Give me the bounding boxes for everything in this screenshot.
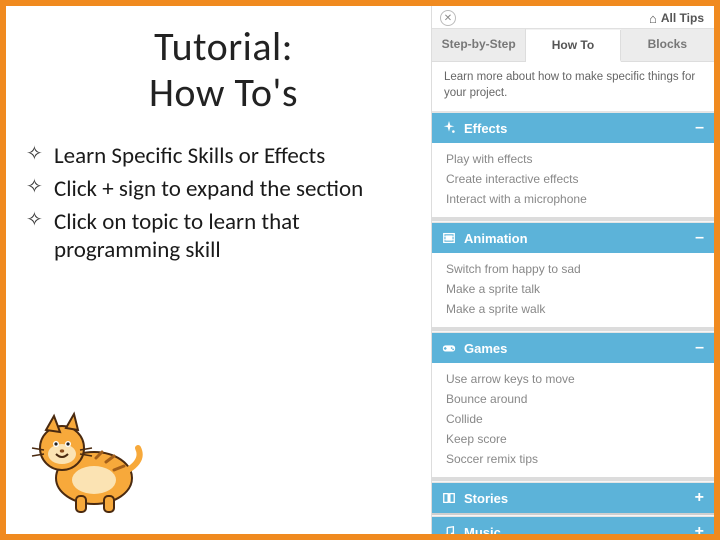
topic-link[interactable]: Collide — [432, 409, 714, 429]
topic-link[interactable]: Interact with a microphone — [432, 189, 714, 209]
sparkle-icon — [442, 121, 456, 135]
expand-icon[interactable]: + — [695, 523, 704, 534]
title-line-2: How To's — [149, 68, 298, 117]
all-tips-link[interactable]: ⌂ All Tips — [649, 11, 704, 26]
topic-link[interactable]: Switch from happy to sad — [432, 259, 714, 279]
bullet-text: Learn Specific Skills or Effects — [54, 142, 325, 170]
slide-frame: Tutorial: How To's Learn Specific Skills… — [0, 0, 720, 540]
book-icon — [442, 491, 456, 505]
section-title: Music — [464, 525, 501, 534]
collapse-icon[interactable]: – — [695, 339, 704, 357]
bullet-list: Learn Specific Skills or Effects Click +… — [26, 142, 421, 269]
title-line-1: Tutorial: — [154, 22, 293, 71]
bullet-item: Click + sign to expand the section — [26, 175, 421, 204]
gamepad-icon — [442, 341, 456, 355]
section-header-effects[interactable]: Effects – — [432, 112, 714, 143]
topic-link[interactable]: Keep score — [432, 429, 714, 449]
section-header-animation[interactable]: Animation – — [432, 222, 714, 253]
topic-link[interactable]: Make a sprite talk — [432, 279, 714, 299]
section-body: Use arrow keys to move Bounce around Col… — [432, 363, 714, 481]
section-title: Effects — [464, 121, 507, 136]
tips-panel: ✕ ⌂ All Tips Step-by-Step How To Blocks … — [431, 6, 714, 534]
scratch-cat-icon — [26, 408, 146, 518]
section-header-games[interactable]: Games – — [432, 332, 714, 363]
expand-icon[interactable]: + — [695, 489, 704, 507]
close-icon[interactable]: ✕ — [440, 10, 456, 26]
section-body: Play with effects Create interactive eff… — [432, 143, 714, 221]
bullet-item: Click on topic to learn that programming… — [26, 208, 421, 266]
all-tips-label: All Tips — [661, 11, 704, 25]
section-music: Music + — [432, 516, 714, 534]
bullet-item: Learn Specific Skills or Effects — [26, 142, 421, 171]
music-icon — [442, 525, 456, 534]
section-animation: Animation – Switch from happy to sad Mak… — [432, 222, 714, 331]
section-title: Games — [464, 341, 507, 356]
section-header-stories[interactable]: Stories + — [432, 482, 714, 513]
slide-content: Tutorial: How To's Learn Specific Skills… — [6, 6, 431, 534]
section-stories: Stories + — [432, 482, 714, 515]
topic-link[interactable]: Create interactive effects — [432, 169, 714, 189]
section-body: Switch from happy to sad Make a sprite t… — [432, 253, 714, 331]
panel-description: Learn more about how to make specific th… — [432, 62, 714, 112]
bullet-text: Click + sign to expand the section — [54, 175, 363, 203]
section-games: Games – Use arrow keys to move Bounce ar… — [432, 332, 714, 481]
panel-header: ✕ ⌂ All Tips — [432, 6, 714, 29]
sections-scroll: Effects – Play with effects Create inter… — [432, 112, 714, 534]
section-title: Animation — [464, 231, 528, 246]
topic-link[interactable]: Play with effects — [432, 149, 714, 169]
topic-link[interactable]: Bounce around — [432, 389, 714, 409]
topic-link[interactable]: Use arrow keys to move — [432, 369, 714, 389]
collapse-icon[interactable]: – — [695, 229, 704, 247]
tab-step-by-step[interactable]: Step-by-Step — [432, 29, 526, 61]
slide-title: Tutorial: How To's — [26, 24, 421, 116]
collapse-icon[interactable]: – — [695, 119, 704, 137]
tab-blocks[interactable]: Blocks — [621, 29, 714, 61]
topic-link[interactable]: Make a sprite walk — [432, 299, 714, 319]
tab-how-to[interactable]: How To — [526, 30, 620, 62]
topic-link[interactable]: Soccer remix tips — [432, 449, 714, 469]
home-icon: ⌂ — [649, 11, 657, 26]
bullet-text: Click on topic to learn that programming… — [54, 208, 300, 265]
section-header-music[interactable]: Music + — [432, 516, 714, 534]
film-icon — [442, 231, 456, 245]
section-effects: Effects – Play with effects Create inter… — [432, 112, 714, 221]
section-title: Stories — [464, 491, 508, 506]
tab-bar: Step-by-Step How To Blocks — [432, 29, 714, 62]
